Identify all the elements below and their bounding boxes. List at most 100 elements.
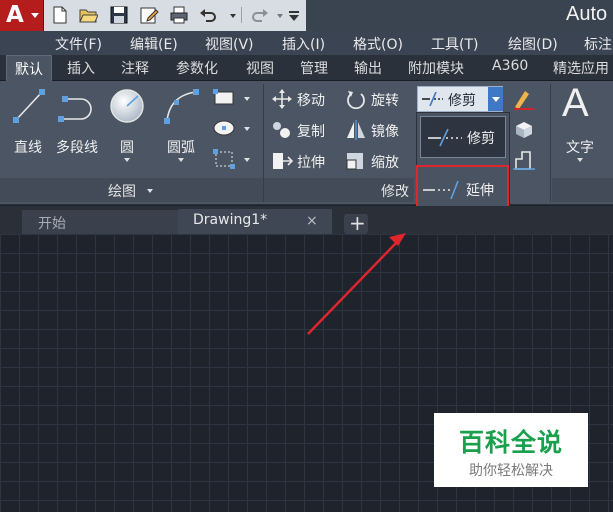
text-tool-button[interactable]: A 文字: [557, 81, 603, 165]
rotate-tool-label: 旋转: [371, 93, 399, 109]
tab-featured-apps[interactable]: 精选应用: [553, 58, 609, 78]
text-a-icon: A: [562, 81, 589, 125]
chevron-down-icon: [492, 97, 500, 102]
mirror-icon: [347, 120, 365, 140]
trim-dropdown-arrow[interactable]: [488, 87, 503, 111]
tab-addins[interactable]: 附加模块: [408, 58, 464, 78]
arc-tool-label: 圆弧: [167, 140, 195, 156]
move-tool-label: 移动: [297, 93, 325, 109]
ribbon-panel: 绘图 修改 直线 多段线 圆 圆弧 移动 旋转 复制 镜像 拉伸 缩放 A 文字: [0, 81, 613, 205]
menu-insert[interactable]: 插入(I): [282, 34, 325, 54]
tab-insert[interactable]: 插入: [67, 58, 95, 78]
line-tool-button[interactable]: 直线: [2, 85, 54, 165]
tab-output[interactable]: 输出: [354, 58, 382, 78]
gradient-icon[interactable]: [213, 149, 235, 169]
offset-icon[interactable]: [512, 149, 536, 171]
circle-icon: [110, 89, 144, 123]
circle-tool-button[interactable]: 圆: [102, 85, 152, 165]
menu-file[interactable]: 文件(F): [55, 34, 102, 54]
scale-icon: [346, 153, 363, 170]
open-icon[interactable]: [78, 5, 98, 25]
close-icon[interactable]: ×: [306, 213, 318, 229]
hatch-dropdown-icon[interactable]: [244, 127, 250, 131]
trim-label: 修剪: [448, 93, 476, 109]
modify-panel-title: 修改: [381, 184, 409, 200]
new-tab-button[interactable]: +: [344, 211, 368, 235]
dropdown-trim-label: 修剪: [467, 131, 495, 147]
tab-parametric[interactable]: 参数化: [176, 58, 218, 78]
menu-format[interactable]: 格式(O): [353, 34, 403, 54]
circle-dropdown-icon[interactable]: [124, 158, 130, 162]
copy-tool-button[interactable]: 复制: [271, 118, 341, 142]
trim-icon: [428, 128, 462, 147]
document-tab-bar: 开始 Drawing1* × +: [0, 206, 613, 235]
erase-icon[interactable]: [512, 88, 536, 110]
arc-dropdown-icon[interactable]: [178, 158, 184, 162]
redo-icon[interactable]: [250, 5, 270, 25]
new-icon[interactable]: [50, 5, 70, 25]
undo-dropdown-icon[interactable]: [230, 14, 236, 18]
trim-icon: [422, 92, 443, 106]
watermark-badge: 百科全说 助你轻松解决: [434, 413, 588, 487]
dropdown-item-extend[interactable]: 延伸: [416, 165, 509, 212]
stretch-tool-label: 拉伸: [297, 155, 325, 171]
menu-dimension[interactable]: 标注: [584, 34, 612, 54]
menu-view[interactable]: 视图(V): [205, 34, 254, 54]
tab-start[interactable]: 开始: [22, 210, 182, 234]
stretch-tool-button[interactable]: 拉伸: [271, 149, 341, 173]
menu-bar: 文件(F) 编辑(E) 视图(V) 插入(I) 格式(O) 工具(T) 绘图(D…: [0, 31, 613, 55]
save-as-icon[interactable]: [139, 5, 159, 25]
mirror-tool-button[interactable]: 镜像: [345, 118, 415, 142]
text-dropdown-icon[interactable]: [577, 158, 583, 162]
customize-icon[interactable]: [286, 5, 302, 25]
window-title: Auto: [566, 3, 608, 25]
text-tool-label: 文字: [566, 140, 594, 156]
panel-divider: [550, 84, 551, 202]
redo-dropdown-icon[interactable]: [277, 14, 283, 18]
tab-drawing1[interactable]: Drawing1* ×: [178, 209, 332, 234]
plus-icon: +: [349, 211, 366, 235]
circle-tool-label: 圆: [120, 140, 134, 156]
tab-manage[interactable]: 管理: [300, 58, 328, 78]
move-tool-button[interactable]: 移动: [271, 87, 341, 111]
menu-draw[interactable]: 绘图(D): [508, 34, 558, 54]
tab-default[interactable]: 默认: [6, 55, 52, 81]
tab-start-label: 开始: [38, 216, 66, 232]
scale-tool-button[interactable]: 缩放: [345, 149, 415, 173]
title-bar: A Auto: [0, 0, 613, 31]
tab-annotate[interactable]: 注释: [121, 58, 149, 78]
rotate-icon: [347, 91, 365, 109]
panel-divider: [263, 84, 264, 202]
chevron-down-icon: [31, 13, 39, 18]
explode-icon[interactable]: [512, 118, 536, 140]
watermark-subtitle: 助你轻松解决: [469, 463, 553, 479]
tab-a360[interactable]: A360: [492, 58, 528, 74]
gradient-dropdown-icon[interactable]: [244, 158, 250, 162]
tab-view[interactable]: 视图: [246, 58, 274, 78]
menu-edit[interactable]: 编辑(E): [130, 34, 178, 54]
dropdown-extend-label: 延伸: [466, 183, 494, 199]
polyline-tool-button[interactable]: 多段线: [53, 85, 101, 165]
trim-split-button[interactable]: 修剪: [417, 86, 503, 112]
copy-icon: [273, 122, 290, 138]
draw-panel-title: 绘图: [108, 184, 136, 200]
toolbar-divider: [241, 7, 242, 23]
tab-drawing1-label: Drawing1*: [193, 212, 268, 228]
rectangle-dropdown-icon[interactable]: [244, 97, 250, 101]
draw-panel-expand-icon[interactable]: [147, 189, 153, 193]
print-icon[interactable]: [169, 5, 189, 25]
arc-tool-button[interactable]: 圆弧: [156, 85, 206, 165]
ribbon-tab-bar: 默认 插入 注释 参数化 视图 管理 输出 附加模块 A360 精选应用: [0, 55, 613, 81]
extend-icon: [423, 180, 459, 200]
hatch-icon[interactable]: [213, 119, 235, 137]
rotate-tool-button[interactable]: 旋转: [345, 87, 415, 111]
autocad-logo-icon: A: [6, 2, 24, 28]
move-icon: [272, 89, 292, 109]
dropdown-item-trim[interactable]: 修剪: [420, 116, 506, 158]
undo-icon[interactable]: [198, 5, 218, 25]
application-menu-button[interactable]: A: [0, 0, 44, 31]
menu-tools[interactable]: 工具(T): [431, 34, 478, 54]
save-icon[interactable]: [109, 5, 129, 25]
rectangle-icon[interactable]: [213, 89, 235, 107]
polyline-tool-label: 多段线: [56, 140, 98, 156]
